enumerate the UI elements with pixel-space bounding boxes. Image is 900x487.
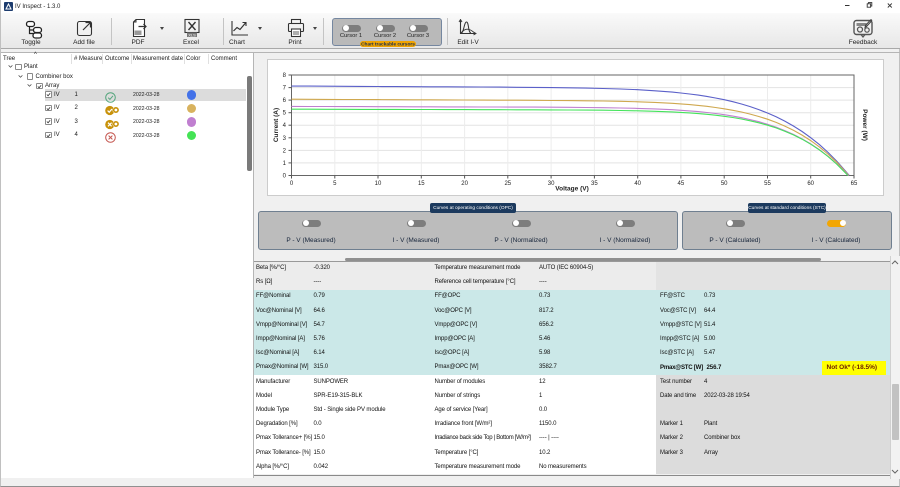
svg-text:15: 15 — [418, 181, 425, 187]
svg-text:6: 6 — [283, 98, 287, 104]
svg-text:5: 5 — [333, 181, 337, 187]
svg-text:35: 35 — [591, 181, 598, 187]
svg-text:60: 60 — [807, 181, 814, 187]
svg-text:10: 10 — [375, 181, 382, 187]
svg-text:7: 7 — [283, 85, 287, 91]
svg-text:XLS: XLS — [188, 32, 196, 37]
svg-text:30: 30 — [548, 181, 555, 187]
svg-text:0: 0 — [290, 181, 294, 187]
svg-text:1: 1 — [283, 160, 287, 166]
svg-text:0: 0 — [283, 173, 287, 179]
svg-text:65: 65 — [851, 181, 858, 187]
svg-text:20: 20 — [461, 181, 468, 187]
svg-text:55: 55 — [764, 181, 771, 187]
svg-text:45: 45 — [678, 181, 685, 187]
svg-text:Power (W): Power (W) — [861, 109, 868, 141]
svg-text:50: 50 — [721, 181, 728, 187]
svg-text:Voltage (V): Voltage (V) — [555, 185, 588, 192]
svg-text:Current (A): Current (A) — [273, 107, 280, 141]
svg-text:3: 3 — [283, 135, 287, 141]
svg-text:40: 40 — [634, 181, 641, 187]
svg-text:5: 5 — [283, 110, 287, 116]
svg-text:8: 8 — [283, 73, 287, 79]
svg-text:2: 2 — [283, 148, 287, 154]
svg-text:4: 4 — [283, 123, 287, 129]
svg-text:25: 25 — [504, 181, 511, 187]
